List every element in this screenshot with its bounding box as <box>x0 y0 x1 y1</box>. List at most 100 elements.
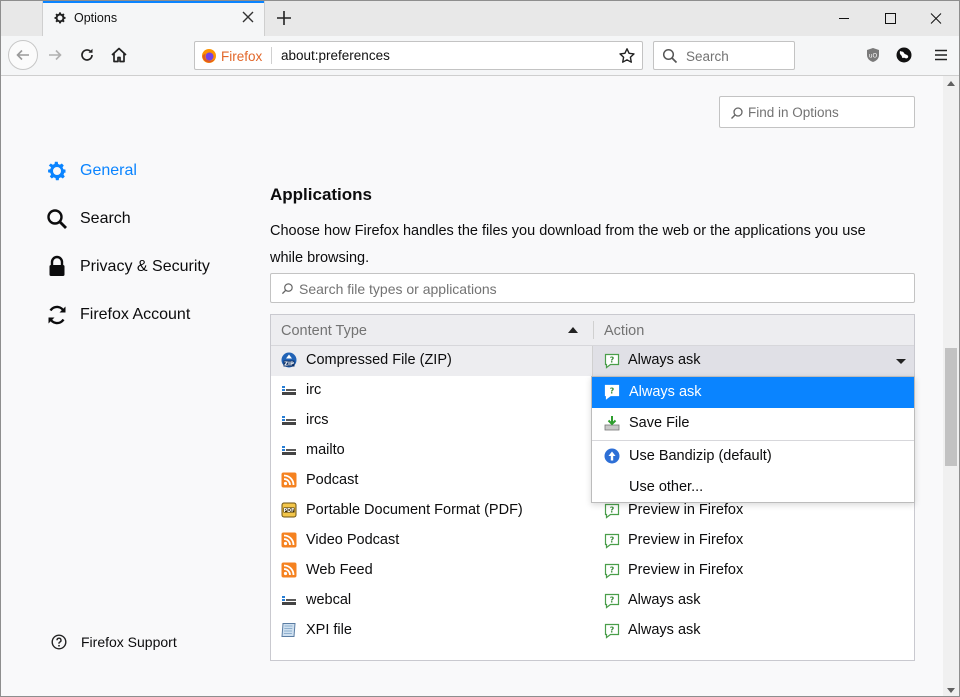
sort-ascending-icon[interactable] <box>568 327 578 333</box>
hamburger-menu-icon <box>935 49 947 61</box>
ask-icon: ? <box>604 533 620 549</box>
ask-icon: ? <box>604 353 620 369</box>
feed-icon <box>281 562 297 578</box>
close-icon <box>930 13 942 24</box>
extension-globe-icon <box>896 47 912 63</box>
identity-box[interactable]: Firefox <box>201 48 262 64</box>
minimize-icon <box>839 18 849 19</box>
content-type-column-header[interactable]: Content Type <box>281 323 367 339</box>
scroll-up-arrow-icon[interactable] <box>947 81 955 86</box>
category-firefox-account[interactable]: Firefox Account <box>45 300 190 330</box>
option-label: Always ask <box>629 384 702 400</box>
content-type-label: webcal <box>306 592 352 608</box>
option-use-bandizip[interactable]: Use Bandizip (default) <box>592 441 914 472</box>
help-icon <box>51 634 67 650</box>
search-icon <box>731 107 743 119</box>
content-type-label: Podcast <box>306 472 359 488</box>
category-general[interactable]: General <box>45 156 137 186</box>
tab-options[interactable]: Options <box>42 1 265 36</box>
category-privacy-security[interactable]: Privacy & Security <box>45 252 210 282</box>
ask-icon: ? <box>604 593 620 609</box>
url-divider <box>271 47 272 64</box>
sync-icon <box>48 305 66 325</box>
table-row[interactable]: XPI file ? Always ask <box>271 616 914 646</box>
back-button[interactable] <box>8 40 38 70</box>
handlers-table-header: Content Type Action <box>271 315 914 346</box>
support-label: Firefox Support <box>81 634 177 650</box>
table-row[interactable]: Web Feed ? Preview in Firefox <box>271 556 914 586</box>
ask-icon: ? <box>604 503 620 519</box>
feed-icon <box>281 532 297 548</box>
category-label: Firefox Account <box>80 306 191 323</box>
arrow-left-icon <box>16 49 29 61</box>
option-save-file[interactable]: Save File <box>592 408 914 439</box>
svg-text:?: ? <box>610 626 615 635</box>
scrollbar-thumb[interactable] <box>945 348 957 466</box>
arrow-right-icon <box>49 49 62 61</box>
ublock-extension-button[interactable]: uO <box>859 41 887 69</box>
scroll-down-arrow-icon[interactable] <box>947 688 955 693</box>
gear-icon <box>48 161 67 181</box>
option-label: Save File <box>629 415 690 431</box>
save-icon <box>604 416 620 431</box>
action-label: Always ask <box>628 592 701 608</box>
maximize-icon <box>885 13 896 24</box>
option-label: Use other... <box>629 479 704 495</box>
tab-strip: Options <box>1 1 959 36</box>
url-bar[interactable]: Firefox about:preferences <box>194 41 643 70</box>
option-always-ask[interactable]: ? Always ask <box>592 377 914 408</box>
lock-icon <box>49 255 65 276</box>
find-in-options-input[interactable]: Find in Options <box>719 96 915 128</box>
window-minimize-button[interactable] <box>821 1 867 36</box>
protocol-icon <box>282 386 296 395</box>
table-row[interactable]: webcal ? Always ask <box>271 586 914 616</box>
action-dropdown-menu: ? Always ask Save File Use Bandizip (def… <box>591 376 915 503</box>
protocol-icon <box>282 416 296 425</box>
action-label: Preview in Firefox <box>628 562 744 578</box>
content-type-label: Web Feed <box>306 562 373 578</box>
file-type-search-placeholder: Search file types or applications <box>299 281 497 297</box>
action-column-header[interactable]: Action <box>604 323 644 339</box>
bookmark-star-icon[interactable] <box>618 47 636 65</box>
zip-icon: ZIP <box>281 352 297 368</box>
action-label: Always ask <box>628 622 701 638</box>
window-maximize-button[interactable] <box>867 1 913 36</box>
navigation-toolbar: Firefox about:preferences Search uO <box>1 36 959 76</box>
content-type-label: Compressed File (ZIP) <box>306 352 452 368</box>
table-row[interactable]: ZIP Compressed File (ZIP) ? Always ask <box>271 346 914 376</box>
protocol-icon <box>282 596 296 605</box>
xpi-icon <box>281 623 296 637</box>
forward-button[interactable] <box>41 41 69 69</box>
svg-text:?: ? <box>610 596 615 605</box>
search-icon <box>47 209 67 229</box>
app-menu-button[interactable] <box>927 41 955 69</box>
home-button[interactable] <box>105 41 133 69</box>
action-label: Preview in Firefox <box>628 532 744 548</box>
search-bar[interactable]: Search <box>653 41 795 70</box>
search-icon <box>662 48 678 64</box>
action-label: Always ask <box>628 352 701 368</box>
reload-button[interactable] <box>73 41 101 69</box>
browser-window: Options Firefox about:preferences Search… <box>0 0 960 697</box>
table-row[interactable]: Video Podcast ? Preview in Firefox <box>271 526 914 556</box>
new-tab-plus-icon[interactable] <box>274 8 294 28</box>
firefox-support-link[interactable]: Firefox Support <box>51 634 177 650</box>
ublock-shield-icon: uO <box>867 48 879 62</box>
extension-button[interactable] <box>890 41 918 69</box>
chevron-down-icon[interactable] <box>896 359 906 364</box>
svg-text:?: ? <box>610 506 615 515</box>
close-icon[interactable] <box>241 10 255 24</box>
file-type-search-input[interactable]: Search file types or applications <box>270 273 915 303</box>
category-label: General <box>80 162 137 179</box>
option-label: Use Bandizip (default) <box>629 448 772 464</box>
window-close-button[interactable] <box>913 1 959 36</box>
firefox-logo-icon <box>202 49 216 63</box>
url-text[interactable]: about:preferences <box>281 48 390 63</box>
option-use-other[interactable]: Use other... <box>592 472 914 503</box>
content-type-label: Video Podcast <box>306 532 400 548</box>
page-scrollbar[interactable] <box>943 76 959 696</box>
svg-text:?: ? <box>610 566 615 575</box>
category-search[interactable]: Search <box>45 204 131 234</box>
applications-heading: Applications <box>270 185 373 204</box>
gear-icon <box>54 12 66 24</box>
